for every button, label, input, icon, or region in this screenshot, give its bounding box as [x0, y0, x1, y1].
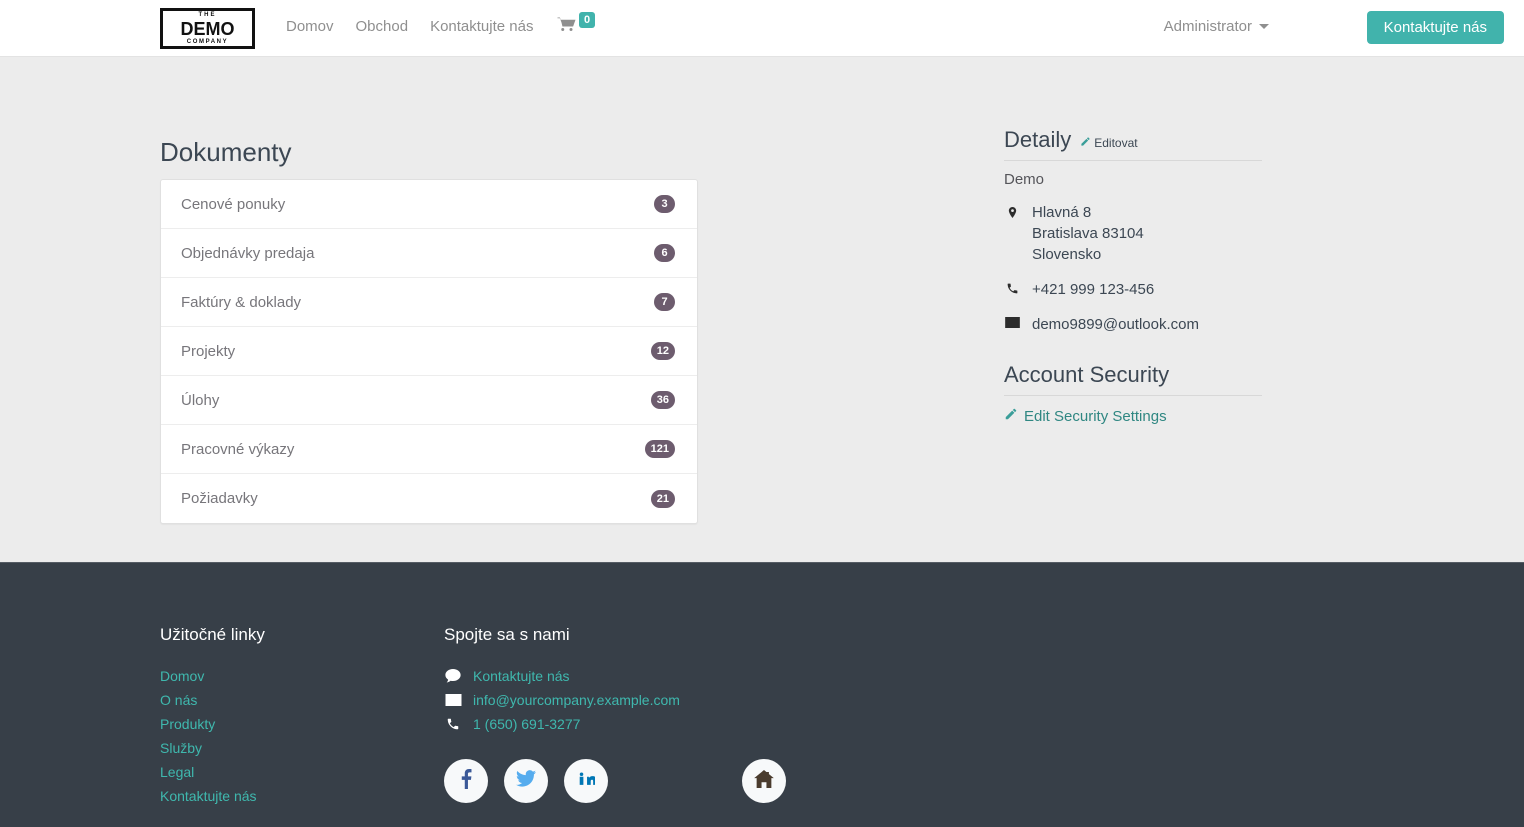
footer-link-sluzby[interactable]: Služby [160, 736, 265, 760]
footer-contact-phone[interactable]: 1 (650) 691-3277 [444, 712, 680, 736]
phone-icon [1004, 279, 1020, 295]
pencil-icon [1004, 407, 1018, 425]
user-menu[interactable]: Administrator [1164, 18, 1269, 35]
linkedin-icon [578, 770, 597, 792]
list-item-label: Projekty [181, 342, 236, 360]
list-item-label: Úlohy [181, 391, 220, 409]
nav-link-kontaktujte-nas[interactable]: Kontaktujte nás [430, 18, 533, 35]
footer-link-legal[interactable]: Legal [160, 760, 265, 784]
details-sidebar: Detaily Editovat Demo Hlavná 8 Bratislav… [1004, 127, 1262, 426]
edit-details-label: Editovat [1094, 136, 1138, 150]
footer-link-o-nas[interactable]: O nás [160, 688, 265, 712]
address-text: Hlavná 8 Bratislava 83104 Slovensko [1032, 202, 1144, 265]
nav-links: Domov Obchod Kontaktujte nás [286, 18, 533, 35]
edit-details-link[interactable]: Editovat [1080, 136, 1138, 150]
edit-security-settings-link[interactable]: Edit Security Settings [1004, 407, 1167, 425]
list-item-label: Pracovné výkazy [181, 440, 295, 458]
footer-contact-email[interactable]: info@yourcompany.example.com [444, 688, 680, 712]
envelope-icon [444, 694, 462, 706]
page-title: Dokumenty [160, 137, 292, 167]
top-navbar: THE DEMO COMPANY Domov Obchod Kontaktujt… [0, 0, 1524, 57]
footer-connect-column: Spojte sa s nami Kontaktujte nás info@yo… [444, 625, 680, 736]
footer-connect-heading: Spojte sa s nami [444, 625, 570, 644]
status-badge: 21 [650, 489, 675, 508]
map-pin-icon [1004, 202, 1020, 220]
list-item[interactable]: Objednávky predaja 6 [161, 229, 697, 278]
status-badge: 6 [654, 244, 675, 262]
address-line-2: Bratislava 83104 [1032, 225, 1144, 242]
organization-name: Demo [1004, 171, 1045, 188]
status-badge: 121 [644, 440, 675, 458]
list-item-label: Cenové ponuky [181, 195, 286, 213]
footer-social-links [444, 759, 608, 803]
nav-link-domov[interactable]: Domov [286, 18, 334, 35]
linkedin-button[interactable] [564, 759, 608, 803]
list-item[interactable]: Úlohy 36 [161, 376, 697, 425]
chat-icon [444, 669, 462, 683]
footer-link-produkty[interactable]: Produkty [160, 712, 265, 736]
divider [1004, 160, 1262, 161]
list-item[interactable]: Pracovné výkazy 121 [161, 425, 697, 474]
footer-contact-email-label[interactable]: info@yourcompany.example.com [473, 688, 680, 712]
home-icon [754, 769, 774, 793]
footer-contact-chat[interactable]: Kontaktujte nás [444, 664, 680, 688]
footer-links-column: Užitočné linky Domov O nás Produkty Služ… [160, 625, 265, 808]
brand-logo[interactable]: THE DEMO COMPANY [160, 8, 255, 49]
footer-link-domov[interactable]: Domov [160, 664, 265, 688]
facebook-icon [461, 768, 472, 794]
logo-top-text: THE [198, 11, 217, 18]
list-item-label: Faktúry & doklady [181, 293, 302, 311]
site-footer: Užitočné linky Domov O nás Produkty Služ… [0, 562, 1524, 827]
phone-text: +421 999 123-456 [1032, 281, 1155, 298]
status-badge: 3 [654, 195, 675, 213]
address-row: Hlavná 8 Bratislava 83104 Slovensko [1004, 202, 1262, 265]
list-item[interactable]: Faktúry & doklady 7 [161, 278, 697, 327]
list-item[interactable]: Požiadavky 21 [161, 474, 697, 523]
twitter-button[interactable] [504, 759, 548, 803]
main-content: Dokumenty Cenové ponuky 3 Objednávky pre… [0, 57, 1524, 562]
footer-link-kontaktujte-nas[interactable]: Kontaktujte nás [160, 784, 265, 808]
documents-list: Cenové ponuky 3 Objednávky predaja 6 Fak… [160, 179, 698, 524]
status-badge: 36 [650, 391, 675, 409]
status-badge: 7 [654, 293, 675, 311]
details-header: Detaily Editovat [1004, 127, 1262, 153]
phone-row: +421 999 123-456 [1004, 279, 1262, 300]
cart-button[interactable]: 0 [556, 12, 596, 39]
address-line-1: Hlavná 8 [1032, 204, 1092, 221]
list-item-label: Požiadavky [181, 490, 258, 507]
account-security-title: Account Security [1004, 362, 1170, 387]
envelope-icon [1004, 314, 1020, 328]
address-line-3: Slovensko [1032, 246, 1102, 263]
logo-main-text: DEMO [180, 18, 235, 39]
contact-us-button[interactable]: Kontaktujte nás [1366, 11, 1504, 44]
footer-links-heading: Užitočné linky [160, 625, 265, 644]
list-item[interactable]: Projekty 12 [161, 327, 697, 376]
status-badge: 12 [650, 342, 675, 360]
pencil-icon [1080, 136, 1091, 150]
list-item[interactable]: Cenové ponuky 3 [161, 180, 697, 229]
user-menu-label: Administrator [1163, 18, 1252, 35]
footer-contact-chat-label[interactable]: Kontaktujte nás [473, 664, 570, 688]
edit-security-settings-label: Edit Security Settings [1024, 407, 1167, 425]
email-row: demo9899@outlook.com [1004, 314, 1262, 335]
twitter-icon [516, 770, 536, 792]
footer-contact-phone-label[interactable]: 1 (650) 691-3277 [473, 712, 580, 736]
facebook-button[interactable] [444, 759, 488, 803]
cart-count-badge: 0 [579, 12, 596, 28]
details-title: Detaily [1004, 127, 1072, 152]
home-button[interactable] [742, 759, 786, 803]
chevron-down-icon [1259, 24, 1269, 29]
email-text: demo9899@outlook.com [1032, 316, 1199, 333]
cart-icon [556, 16, 577, 39]
phone-icon [444, 717, 462, 731]
nav-link-obchod[interactable]: Obchod [356, 18, 409, 35]
list-item-label: Objednávky predaja [181, 244, 315, 262]
logo-bottom-text: COMPANY [186, 38, 229, 45]
divider [1004, 395, 1262, 396]
